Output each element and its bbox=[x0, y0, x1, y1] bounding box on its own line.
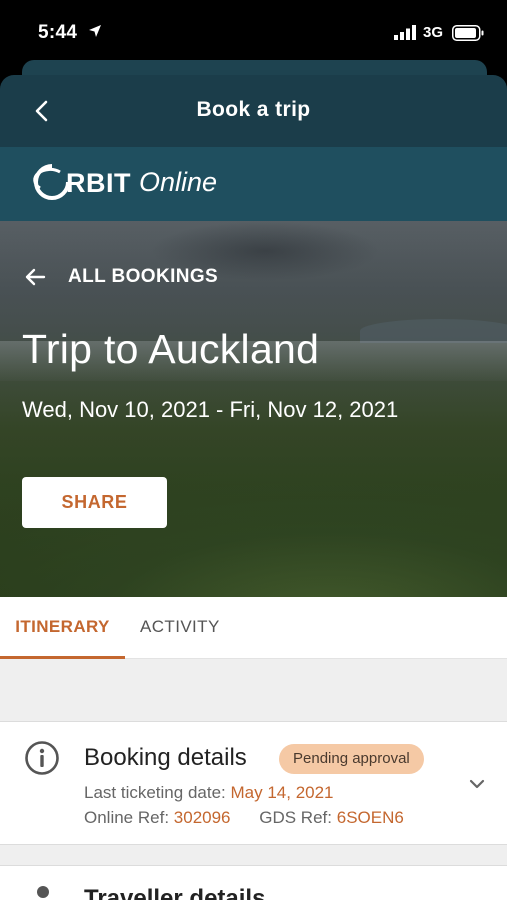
hero-distant-hill bbox=[360, 319, 507, 343]
reference-row: Online Ref: 302096 GDS Ref: 6SOEN6 bbox=[84, 808, 404, 828]
chevron-down-icon[interactable] bbox=[468, 777, 486, 791]
traveller-details-card[interactable]: Traveller details bbox=[0, 865, 507, 900]
arrow-left-icon bbox=[25, 268, 46, 286]
status-badge: Pending approval bbox=[279, 744, 424, 774]
tab-bar: ITINERARY ACTIVITY bbox=[0, 597, 507, 659]
trip-dates: Wed, Nov 10, 2021 - Fri, Nov 12, 2021 bbox=[22, 397, 399, 422]
online-ref-value: 302096 bbox=[173, 808, 231, 827]
nav-header: Book a trip bbox=[0, 75, 507, 147]
page-title: Book a trip bbox=[196, 98, 311, 121]
itinerary-content: Booking details Pending approval Last ti… bbox=[0, 659, 507, 900]
last-ticketing-row: Last ticketing date: May 14, 2021 bbox=[84, 783, 334, 803]
battery-icon bbox=[452, 25, 484, 41]
location-arrow-icon bbox=[89, 25, 101, 37]
online-ref-label: Online Ref: bbox=[84, 808, 170, 827]
traveller-details-title: Traveller details bbox=[84, 885, 266, 900]
brand-name-italic: Online bbox=[139, 167, 218, 197]
info-icon bbox=[25, 741, 59, 775]
brand-name-bold: RBIT bbox=[66, 168, 131, 198]
booking-details-title: Booking details bbox=[84, 744, 247, 771]
trip-hero: ALL BOOKINGS Trip to Auckland Wed, Nov 1… bbox=[0, 221, 507, 597]
gds-ref-value: 6SOEN6 bbox=[336, 808, 404, 827]
status-bar: 5:44 3G bbox=[0, 0, 507, 66]
trip-title: Trip to Auckland bbox=[22, 326, 320, 372]
last-ticketing-label: Last ticketing date: bbox=[84, 783, 226, 802]
booking-details-card[interactable]: Booking details Pending approval Last ti… bbox=[0, 721, 507, 845]
last-ticketing-value: May 14, 2021 bbox=[230, 783, 334, 802]
gds-ref-label: GDS Ref: bbox=[259, 808, 332, 827]
brand-bar: RBIT Online bbox=[0, 147, 507, 221]
cellular-signal-icon bbox=[394, 25, 416, 40]
tab-itinerary[interactable]: ITINERARY bbox=[0, 597, 125, 659]
all-bookings-link[interactable]: ALL BOOKINGS bbox=[24, 266, 218, 288]
tab-activity[interactable]: ACTIVITY bbox=[140, 597, 220, 659]
person-icon bbox=[37, 886, 49, 898]
all-bookings-label: ALL BOOKINGS bbox=[68, 266, 219, 287]
status-time: 5:44 bbox=[38, 22, 78, 43]
network-type: 3G bbox=[423, 24, 444, 41]
share-button[interactable]: SHARE bbox=[22, 477, 167, 528]
